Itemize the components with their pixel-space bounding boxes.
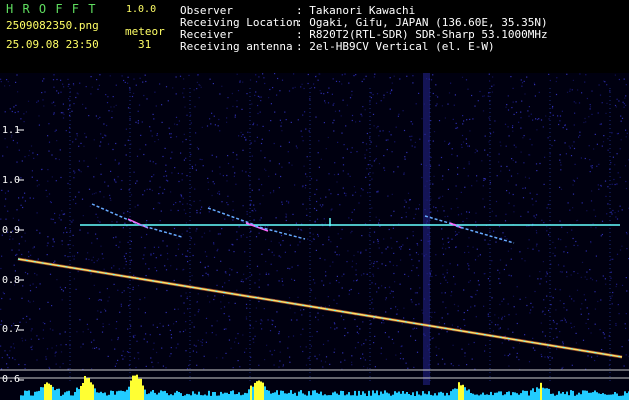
meteor-count: 31: [138, 38, 152, 51]
info-key-antenna: Receiving antenna: [180, 40, 293, 53]
file-name: 2509082350.png: [6, 19, 99, 32]
meteor-label: meteor: [125, 25, 165, 38]
header-panel: H R O F F T 1.0.0 2509082350.png 25.09.0…: [0, 0, 629, 91]
y-tick-1-0: 1.0: [2, 175, 21, 186]
app-version: 1.0.0: [126, 4, 157, 15]
y-tick-0-7: 0.7: [2, 324, 21, 335]
y-tick-0-8: 0.8: [2, 275, 21, 286]
info-value-antenna: : 2el-HB9CV Vertical (el. E-W): [296, 40, 495, 53]
file-datetime: 25.09.08 23:50: [6, 38, 99, 51]
interference-band: [423, 73, 430, 385]
spectrogram-panel: [0, 73, 629, 400]
app-name: H R O F F T: [6, 2, 97, 16]
spectrogram-background: [0, 73, 629, 400]
y-tick-0-9: 0.9: [2, 225, 21, 236]
y-tick-0-6: 0.6: [2, 374, 21, 385]
y-tick-1-1: 1.1: [2, 125, 21, 136]
